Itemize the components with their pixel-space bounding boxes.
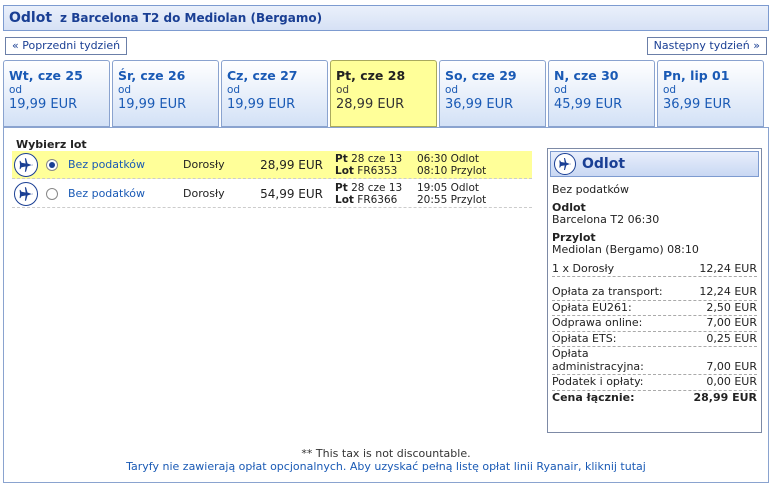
flight-number: FR6366	[357, 193, 398, 206]
fee-line: Podatek i opłaty: 0,00 EUR	[552, 375, 757, 391]
fee-line: Opłata EU261: 2,50 EUR	[552, 300, 757, 316]
day-tab-price: 28,99 EUR	[336, 97, 405, 112]
day-tab-date: Cz, cze 27	[227, 68, 298, 83]
fee-label: Opłata za transport:	[552, 285, 663, 298]
day-tab-price: 36,99 EUR	[445, 97, 514, 112]
fee-value: 12,24 EUR	[699, 285, 757, 298]
day-tab-date: So, cze 29	[445, 68, 517, 83]
passenger-type: Dorosły	[183, 187, 225, 200]
summary-passenger-line: 1 x Dorosły 12,24 EUR	[552, 261, 757, 277]
flight-date: 28 cze 13	[351, 181, 403, 194]
summary-body: Bez podatków Odlot Barcelona T2 06:30 Pr…	[550, 177, 759, 409]
fee-value: 7,00 EUR	[706, 359, 757, 373]
day-label: Pt	[335, 152, 348, 165]
summary-passenger-label: 1 x Dorosły	[552, 261, 615, 275]
next-week-button[interactable]: Następny tydzień »	[646, 37, 767, 55]
day-tab-from: od	[445, 84, 459, 96]
airplane-icon	[14, 152, 38, 177]
fee-line: Opłata ETS: 0,25 EUR	[552, 331, 757, 347]
day-tab-price: 36,99 EUR	[663, 97, 732, 112]
day-label: Pt	[335, 181, 348, 194]
price-summary: Odlot Bez podatków Odlot Barcelona T2 06…	[547, 148, 762, 433]
summary-arrival-value: Mediolan (Bergamo) 08:10	[552, 243, 699, 256]
day-tab-4-selected[interactable]: Pt, cze 28 od 28,99 EUR	[330, 60, 437, 127]
flight-price: 28,99 EUR	[260, 157, 323, 172]
day-tab-date: Pn, lip 01	[663, 68, 730, 83]
fee-label: Odprawa online:	[552, 316, 643, 329]
day-tab-from: od	[118, 84, 132, 96]
departure-time: 19:05 Odlot	[417, 181, 479, 194]
flight-date: 28 cze 13	[351, 152, 403, 165]
arrival-time: 08:10 Przylot	[417, 164, 487, 177]
flight-price: 54,99 EUR	[260, 186, 323, 201]
day-tab-from: od	[227, 84, 241, 96]
route-title: z Barcelona T2 do Mediolan (Bergamo)	[60, 11, 323, 25]
flight-radio[interactable]	[46, 187, 58, 200]
day-tab-from: od	[663, 84, 677, 96]
day-tab-3[interactable]: Cz, cze 27 od 19,99 EUR	[221, 60, 328, 127]
total-line: Cena łącznie: 28,99 EUR	[552, 391, 757, 406]
passenger-type: Dorosły	[183, 158, 225, 171]
fee-line: Opłata za transport: 12,24 EUR	[552, 285, 757, 301]
fee-value: 2,50 EUR	[706, 300, 757, 314]
day-tab-7[interactable]: Pn, lip 01 od 36,99 EUR	[657, 60, 764, 127]
summary-passenger-value: 12,24 EUR	[699, 261, 757, 275]
arrival-time: 20:55 Przylot	[417, 193, 487, 206]
page-title: Odlot	[9, 10, 53, 26]
day-tab-price: 19,99 EUR	[118, 97, 187, 112]
fee-value: 0,25 EUR	[706, 331, 757, 345]
fee-value: 0,00 EUR	[706, 375, 757, 388]
flight-number: FR6353	[357, 164, 398, 177]
summary-fare: Bez podatków	[552, 183, 630, 196]
day-tab-date: Śr, cze 26	[118, 68, 186, 83]
day-tab-date: N, cze 30	[554, 68, 619, 83]
flight-times: 19:05 Odlot 20:55 Przylot	[417, 182, 517, 206]
day-tab-from: od	[336, 84, 350, 96]
day-tab-price: 19,99 EUR	[9, 97, 78, 112]
flight-info: Pt 28 cze 13 Lot FR6366	[335, 182, 417, 206]
flight-row[interactable]: Bez podatków Dorosły 28,99 EUR Pt 28 cze…	[12, 151, 532, 179]
fee-line: Opłata administracyjna: 7,00 EUR	[552, 347, 757, 375]
fees-info-link[interactable]: Taryfy nie zawierają opłat opcjonalnych.…	[4, 460, 768, 473]
fee-label: Opłata ETS:	[552, 331, 617, 345]
total-label: Cena łącznie:	[552, 390, 635, 404]
day-tab-5[interactable]: So, cze 29 od 36,99 EUR	[439, 60, 546, 127]
day-tab-6[interactable]: N, cze 30 od 45,99 EUR	[548, 60, 655, 127]
flight-times: 06:30 Odlot 08:10 Przylot	[417, 153, 517, 177]
airplane-icon	[14, 181, 38, 206]
choose-flight-label: Wybierz lot	[16, 138, 87, 151]
day-tab-price: 45,99 EUR	[554, 97, 623, 112]
fee-line: Odprawa online: 7,00 EUR	[552, 316, 757, 332]
day-tab-date: Pt, cze 28	[336, 68, 406, 83]
airplane-icon	[554, 153, 576, 175]
flight-label: Lot	[335, 193, 354, 206]
departure-time: 06:30 Odlot	[417, 152, 479, 165]
flight-row[interactable]: Bez podatków Dorosły 54,99 EUR Pt 28 cze…	[12, 180, 532, 208]
fee-label: Podatek i opłaty:	[552, 375, 644, 388]
fare-type: Bez podatków	[68, 187, 146, 200]
previous-week-button[interactable]: « Poprzedni tydzień	[5, 37, 128, 55]
summary-title: Odlot	[582, 156, 626, 172]
fee-value: 7,00 EUR	[706, 316, 757, 329]
total-value: 28,99 EUR	[693, 390, 757, 404]
day-tab-1[interactable]: Wt, cze 25 od 19,99 EUR	[3, 60, 110, 127]
flight-info: Pt 28 cze 13 Lot FR6353	[335, 153, 417, 177]
tax-note: ** This tax is not discountable.	[301, 447, 471, 460]
fee-label: Opłata administracyjna:	[552, 347, 644, 373]
fare-type: Bez podatków	[68, 158, 146, 171]
day-tab-from: od	[9, 84, 23, 96]
day-tab-price: 19,99 EUR	[227, 97, 296, 112]
day-tab-from: od	[554, 84, 568, 96]
flight-radio-selected[interactable]	[46, 158, 58, 171]
flight-label: Lot	[335, 164, 354, 177]
summary-header: Odlot	[550, 151, 759, 177]
fee-label: Opłata EU261:	[552, 300, 632, 314]
flight-panel: Wybierz lot Bez podatków Dorosły 28,99 E…	[3, 127, 769, 483]
day-tab-2[interactable]: Śr, cze 26 od 19,99 EUR	[112, 60, 219, 127]
page-header: Odlot z Barcelona T2 do Mediolan (Bergam…	[3, 5, 769, 31]
day-tabs: Wt, cze 25 od 19,99 EUR Śr, cze 26 od 19…	[3, 60, 769, 127]
summary-departure-value: Barcelona T2 06:30	[552, 213, 660, 226]
day-tab-date: Wt, cze 25	[9, 68, 83, 83]
